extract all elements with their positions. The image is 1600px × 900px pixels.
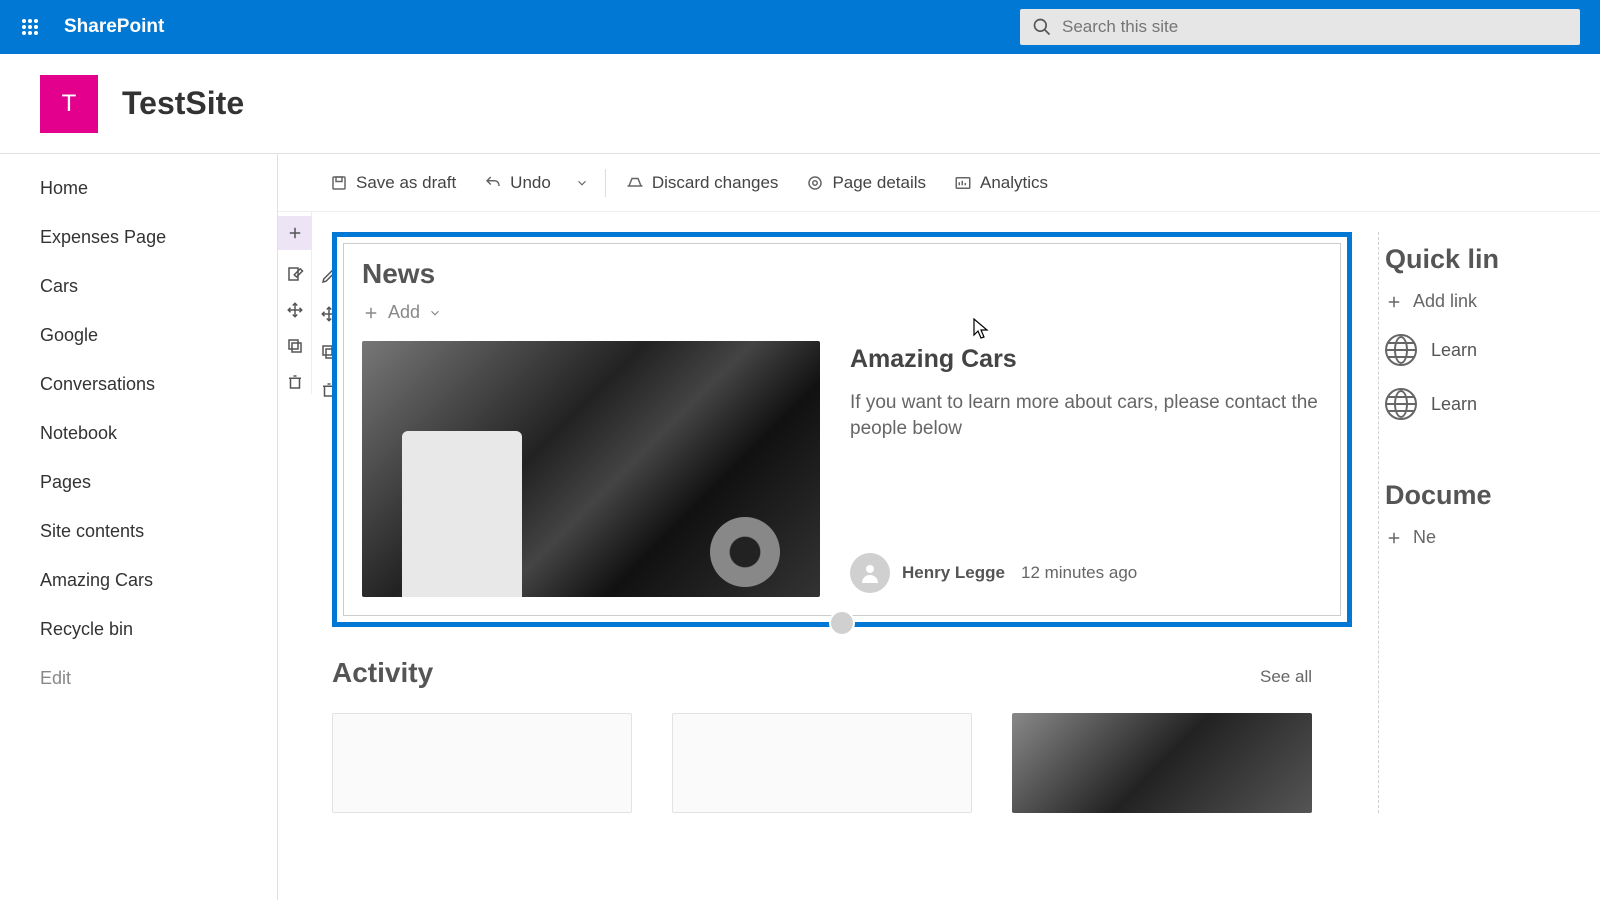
analytics-label: Analytics — [980, 173, 1048, 193]
brand-name[interactable]: SharePoint — [64, 16, 164, 38]
quick-links-title: Quick lin — [1385, 244, 1600, 275]
activity-row — [332, 713, 1352, 813]
search-input[interactable] — [1062, 17, 1568, 37]
news-add-label: Add — [388, 302, 420, 323]
section-toolbar — [278, 212, 312, 394]
analytics-button[interactable]: Analytics — [942, 167, 1060, 199]
divider — [605, 169, 606, 197]
site-title[interactable]: TestSite — [122, 85, 244, 122]
news-add-button[interactable]: Add — [362, 302, 442, 323]
nav-item-home[interactable]: Home — [0, 164, 277, 213]
details-label: Page details — [832, 173, 926, 193]
activity-card[interactable] — [672, 713, 972, 813]
see-all-link[interactable]: See all — [1260, 667, 1312, 687]
search-container — [1020, 9, 1580, 45]
chevron-down-icon — [428, 306, 442, 320]
save-as-draft-button[interactable]: Save as draft — [318, 167, 468, 199]
page-details-button[interactable]: Page details — [794, 167, 938, 199]
nav-item-cars[interactable]: Cars — [0, 262, 277, 311]
article-title[interactable]: Amazing Cars — [850, 345, 1322, 374]
save-label: Save as draft — [356, 173, 456, 193]
activity-card[interactable] — [1012, 713, 1312, 813]
nav-item-pages[interactable]: Pages — [0, 458, 277, 507]
link-label: Learn — [1431, 394, 1477, 415]
app-launcher-icon[interactable] — [10, 7, 50, 47]
globe-icon — [1385, 334, 1417, 366]
nav-edit-link[interactable]: Edit — [0, 654, 277, 703]
left-navigation: Home Expenses Page Cars Google Conversat… — [0, 154, 278, 900]
undo-dropdown[interactable] — [567, 170, 597, 196]
content-area: Save as draft Undo Discard changes Page … — [278, 154, 1600, 900]
move-section-icon[interactable] — [283, 298, 307, 322]
right-column: Quick lin Add link Learn Learn Docume Ne — [1378, 232, 1600, 813]
discard-changes-button[interactable]: Discard changes — [614, 167, 791, 199]
search-box[interactable] — [1020, 9, 1580, 45]
delete-section-icon[interactable] — [283, 370, 307, 394]
news-webpart-selected[interactable]: News Add Amazing Cars If you want to lea… — [332, 232, 1352, 627]
site-header: T TestSite — [0, 54, 1600, 154]
news-thumbnail[interactable] — [362, 341, 820, 597]
add-section-button[interactable] — [278, 216, 312, 250]
suite-bar: SharePoint — [0, 0, 1600, 54]
edit-section-icon[interactable] — [283, 262, 307, 286]
new-label: Ne — [1413, 527, 1436, 548]
undo-label: Undo — [510, 173, 551, 193]
add-link-label: Add link — [1413, 291, 1477, 312]
nav-item-notebook[interactable]: Notebook — [0, 409, 277, 458]
author-avatar — [850, 553, 890, 593]
activity-heading: Activity — [332, 657, 433, 689]
quick-link-item[interactable]: Learn — [1385, 334, 1600, 366]
documents-title: Docume — [1385, 480, 1600, 511]
link-label: Learn — [1431, 340, 1477, 361]
nav-item-recycle-bin[interactable]: Recycle bin — [0, 605, 277, 654]
activity-card[interactable] — [332, 713, 632, 813]
news-heading: News — [362, 258, 1322, 290]
nav-item-conversations[interactable]: Conversations — [0, 360, 277, 409]
add-link-button[interactable]: Add link — [1385, 291, 1600, 312]
quick-link-item[interactable]: Learn — [1385, 388, 1600, 420]
undo-button[interactable]: Undo — [472, 167, 563, 199]
author-name: Henry Legge — [902, 563, 1005, 583]
site-logo[interactable]: T — [40, 75, 98, 133]
post-time: 12 minutes ago — [1021, 563, 1137, 583]
nav-item-site-contents[interactable]: Site contents — [0, 507, 277, 556]
nav-item-amazing-cars[interactable]: Amazing Cars — [0, 556, 277, 605]
discard-label: Discard changes — [652, 173, 779, 193]
article-description: If you want to learn more about cars, pl… — [850, 390, 1322, 443]
duplicate-section-icon[interactable] — [283, 334, 307, 358]
new-document-button[interactable]: Ne — [1385, 527, 1600, 548]
nav-item-expenses[interactable]: Expenses Page — [0, 213, 277, 262]
globe-icon — [1385, 388, 1417, 420]
nav-item-google[interactable]: Google — [0, 311, 277, 360]
section-resize-handle[interactable] — [829, 610, 855, 636]
command-bar: Save as draft Undo Discard changes Page … — [278, 154, 1600, 212]
